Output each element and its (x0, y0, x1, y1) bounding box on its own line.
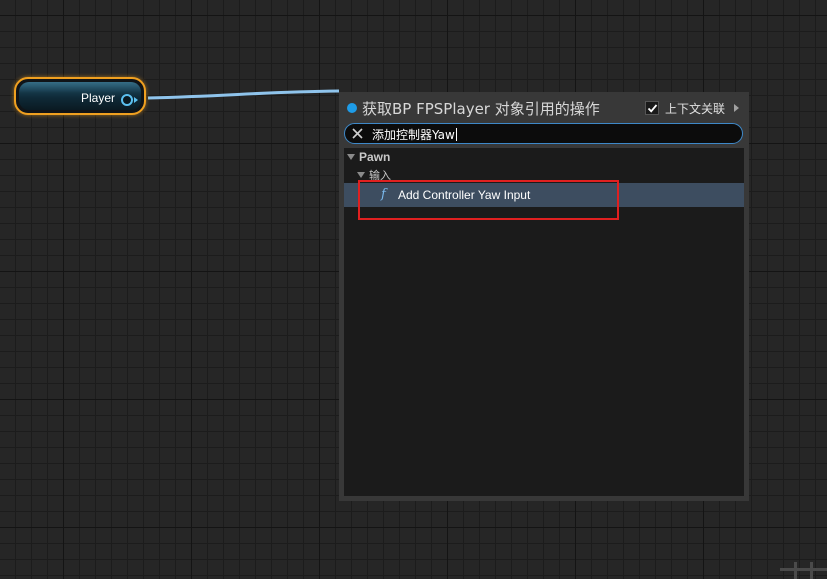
collapse-triangle-icon[interactable] (347, 154, 355, 160)
category-label: Pawn (359, 150, 391, 164)
action-tree: Pawn 输入 f Add Controller Yaw Input (344, 148, 744, 496)
search-value-text: 添加控制器Yaw (372, 128, 455, 142)
collapse-triangle-icon[interactable] (357, 172, 365, 178)
text-caret (455, 128, 457, 141)
close-icon[interactable] (351, 127, 364, 140)
graph-corner-marker-icon (780, 562, 827, 579)
list-item-label: Add Controller Yaw Input (398, 188, 531, 202)
subcategory-label: 输入 (369, 169, 391, 182)
context-sensitive-checkbox[interactable] (645, 101, 659, 115)
expand-arrow-icon[interactable] (734, 104, 739, 112)
search-input[interactable]: 添加控制器Yaw (344, 123, 743, 144)
function-icon: f (381, 187, 386, 202)
tree-subcategory-input[interactable]: 输入 (344, 166, 744, 184)
node-label: Player (81, 91, 116, 105)
node-body: Player (19, 82, 141, 110)
menu-title: 获取BP FPSPlayer 对象引用的操作 (362, 100, 600, 118)
output-pin-icon[interactable] (121, 94, 133, 106)
action-menu: 获取BP FPSPlayer 对象引用的操作 上下文关联 添加控制器Yaw Pa… (339, 92, 749, 501)
player-reference-node[interactable]: Player (14, 77, 146, 115)
list-item-add-controller-yaw-input[interactable]: f Add Controller Yaw Input (344, 183, 744, 207)
search-value[interactable]: 添加控制器Yaw (372, 126, 457, 143)
context-sensitive-label[interactable]: 上下文关联 (665, 100, 725, 117)
pin-arrow-icon (134, 97, 138, 103)
checkmark-icon (647, 104, 658, 113)
tree-category-pawn[interactable]: Pawn (344, 148, 744, 166)
object-dot-icon (347, 103, 357, 113)
menu-header: 获取BP FPSPlayer 对象引用的操作 上下文关联 (339, 92, 749, 122)
